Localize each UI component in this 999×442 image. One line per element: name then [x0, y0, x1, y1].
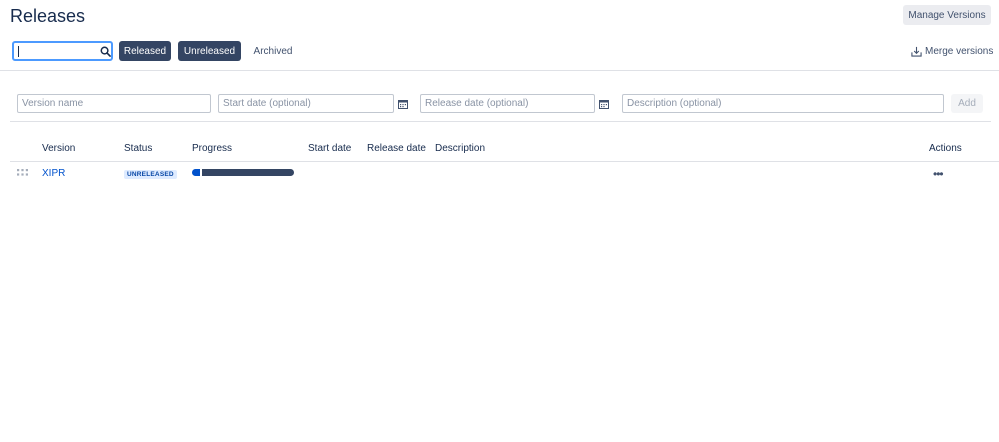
calendar-icon[interactable] — [398, 99, 408, 109]
filter-released-button[interactable]: Released — [119, 41, 171, 61]
filter-archived-button[interactable]: Archived — [248, 41, 298, 61]
column-header-description: Description — [435, 143, 486, 154]
merge-versions-link[interactable]: Merge versions — [911, 44, 993, 58]
releases-page: Releases Manage Versions Released Unrele… — [0, 0, 999, 442]
search-input[interactable] — [12, 41, 113, 61]
drag-handle-icon[interactable] — [17, 169, 28, 177]
release-date-field[interactable] — [420, 94, 595, 113]
description-field[interactable] — [622, 94, 944, 113]
column-header-progress: Progress — [192, 143, 233, 154]
divider — [10, 161, 999, 162]
page-title: Releases — [10, 6, 86, 26]
column-header-actions: Actions — [929, 143, 962, 154]
divider — [0, 70, 999, 71]
text-caret — [18, 46, 19, 57]
version-link[interactable]: XIPR — [42, 168, 65, 179]
filter-unreleased-button[interactable]: Unreleased — [178, 41, 241, 61]
version-name-field[interactable] — [17, 94, 211, 113]
column-header-release-date: Release date — [367, 143, 426, 154]
merge-versions-label: Merge versions — [925, 45, 994, 57]
progress-bar — [192, 169, 294, 176]
search-icon[interactable] — [100, 46, 111, 57]
start-date-field[interactable] — [218, 94, 394, 113]
column-header-status: Status — [124, 143, 153, 154]
row-actions-more-icon[interactable]: ••• — [933, 167, 944, 181]
column-header-version: Version — [42, 143, 76, 154]
progress-bar-done — [192, 169, 201, 176]
progress-bar-remaining — [200, 169, 294, 176]
calendar-icon[interactable] — [599, 99, 609, 109]
manage-versions-button[interactable]: Manage Versions — [903, 5, 991, 25]
divider — [10, 121, 991, 122]
add-button[interactable]: Add — [951, 94, 983, 113]
merge-icon — [911, 46, 922, 57]
status-badge: UNRELEASED — [124, 170, 177, 179]
column-header-start-date: Start date — [308, 143, 352, 154]
